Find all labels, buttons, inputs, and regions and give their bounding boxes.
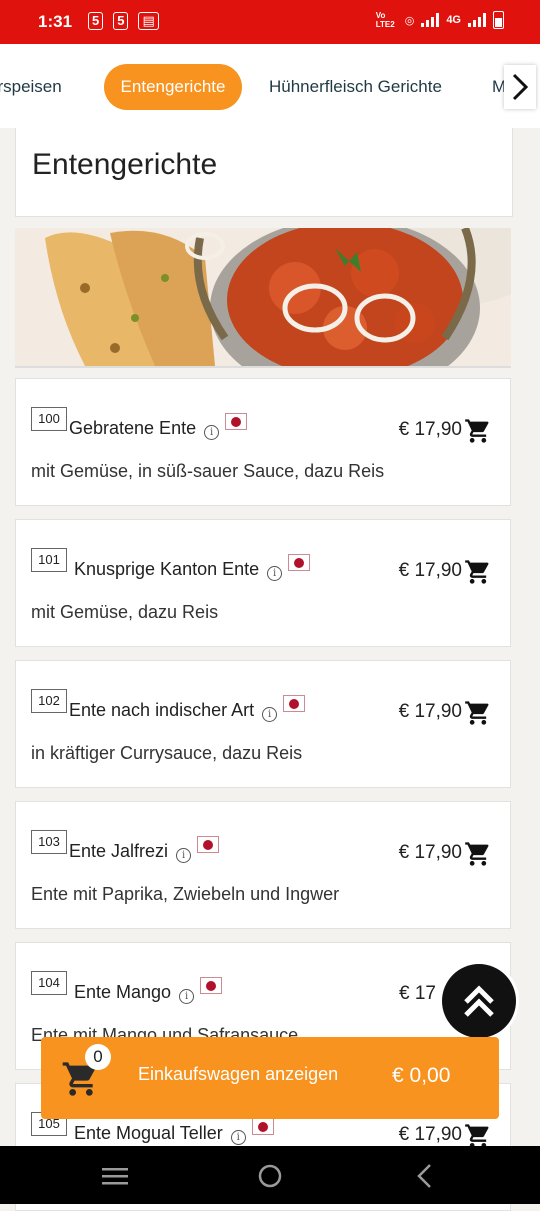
dish-name-text: Ente Mogual Teller	[74, 1123, 223, 1143]
notification-icon-2: 5	[113, 12, 129, 30]
dish-card-103[interactable]: 103 Ente Jalfrezi i Ente mit Paprika, Zwi…	[15, 801, 511, 929]
back-icon[interactable]	[411, 1162, 439, 1190]
dish-name: Ente Jalfrezi i	[69, 836, 220, 863]
signal-icon-1	[421, 13, 440, 27]
cart-add-icon[interactable]	[464, 699, 492, 727]
dish-name: Knusprige Kanton Ente i	[74, 554, 311, 581]
cart-add-icon[interactable]	[464, 840, 492, 868]
tabs-scroll-next-button[interactable]	[504, 65, 536, 109]
next-arrow-icon	[512, 73, 529, 101]
dish-card-100[interactable]: 100 Gebratene Ente i mit Gemüse, in süß-s…	[15, 378, 511, 506]
dish-name-text: Gebratene Ente	[69, 418, 197, 438]
flag-icon	[197, 836, 220, 853]
cart-add-icon[interactable]	[464, 417, 492, 445]
dish-description: Ente mit Paprika, Zwiebeln und Ingwer	[31, 884, 340, 904]
cart-add-icon[interactable]	[464, 558, 492, 586]
dish-price: € 17,90	[398, 842, 462, 863]
cart-label: Einkaufswagen anzeigen	[138, 1064, 339, 1084]
dish-price: € 17,90	[398, 701, 462, 722]
dish-number: 104	[31, 971, 67, 995]
info-icon[interactable]: i	[176, 848, 192, 863]
volte-label: Vo LTE2	[375, 11, 395, 29]
status-indicators: Vo LTE2 ◎ 4G	[376, 11, 504, 29]
dish-name: Ente nach indischer Art i	[69, 695, 306, 722]
dish-name-text: Ente nach indischer Art	[69, 700, 255, 720]
dish-number: 100	[31, 407, 67, 431]
notification-icon-1: 5	[88, 12, 104, 30]
info-icon[interactable]: i	[204, 425, 220, 440]
notification-icons: 5 5 ▤	[88, 12, 159, 30]
tab-entengerichte[interactable]: Entengerichte	[104, 64, 242, 110]
view-cart-button[interactable]: 0 Einkaufswagen anzeigen € 0,00	[41, 1037, 499, 1119]
dish-name: Gebratene Ente i	[69, 413, 248, 440]
dish-number: 102	[31, 689, 67, 713]
dish-description: mit Gemüse, in süß-sauer Sauce, dazu Rei…	[31, 461, 385, 481]
menu-icon[interactable]	[101, 1162, 129, 1190]
scroll-top-button[interactable]	[442, 964, 516, 1038]
flag-icon	[283, 695, 306, 712]
dish-name-text: Ente Mango	[74, 982, 172, 1002]
dish-price: € 17,90	[398, 1124, 462, 1145]
status-bar: 1:31 5 5 ▤ Vo LTE2 ◎ 4G	[0, 0, 540, 44]
tab-vorspeisen[interactable]: orspeisen	[0, 64, 62, 110]
dish-number: 103	[31, 830, 67, 854]
section-title: Entengerichte	[32, 148, 218, 181]
dish-description: mit Gemüse, dazu Reis	[31, 602, 219, 622]
category-tabs: orspeisen Entengerichte Hühnerfleisch Ge…	[0, 44, 540, 128]
dish-name-text: Ente Jalfrezi	[69, 841, 169, 861]
cart-count-badge: 0	[85, 1044, 111, 1070]
cart-total: € 0,00	[392, 1064, 451, 1087]
info-icon[interactable]: i	[267, 566, 283, 581]
dish-description: in kräftiger Currysauce, dazu Reis	[31, 743, 303, 763]
flag-icon	[251, 1118, 274, 1135]
network-type-label: 4G	[446, 14, 461, 26]
category-banner-image	[15, 228, 511, 368]
dish-price: € 17,90	[398, 419, 462, 440]
status-time: 1:31	[38, 12, 73, 31]
dish-card-102[interactable]: 102 Ente nach indischer Art i in kräftige…	[15, 660, 511, 788]
dish-number: 101	[31, 548, 67, 572]
info-icon[interactable]: i	[262, 707, 278, 722]
dish-card-101[interactable]: 101 Knusprige Kanton Ente i mit Gemüse, d…	[15, 519, 511, 647]
flag-icon	[200, 977, 223, 994]
home-icon[interactable]	[256, 1162, 284, 1190]
battery-icon	[493, 11, 504, 29]
section-header: Entengerichte	[15, 128, 513, 217]
dish-name: Ente Mango i	[74, 977, 223, 1004]
hotspot-icon: ◎	[404, 14, 415, 27]
signal-icon-2	[468, 13, 486, 27]
flag-icon	[225, 413, 248, 430]
scroll-top-icon	[464, 985, 494, 1017]
dish-name: Ente Mogual Teller i	[74, 1118, 274, 1145]
dish-name-text: Knusprige Kanton Ente	[74, 559, 260, 579]
dish-price: € 17	[399, 983, 436, 1004]
info-icon[interactable]: i	[230, 1130, 246, 1145]
flag-icon	[288, 554, 311, 571]
tab-huehnerfleisch[interactable]: Hühnerfleisch Gerichte	[269, 64, 442, 110]
info-icon[interactable]: i	[179, 989, 195, 1004]
system-nav-bar	[0, 1146, 540, 1204]
news-icon: ▤	[138, 12, 159, 30]
dish-price: € 17,90	[398, 560, 462, 581]
